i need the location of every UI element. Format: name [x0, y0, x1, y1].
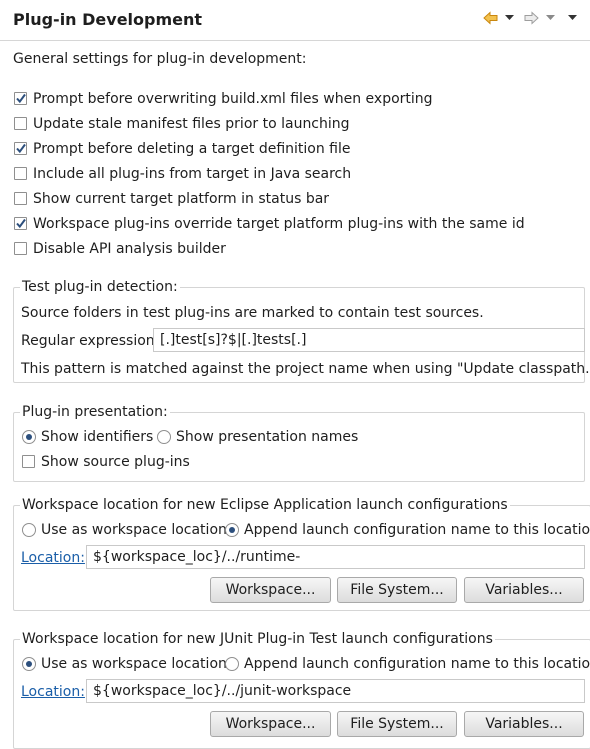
forward-arrow-icon[interactable]	[523, 9, 539, 27]
junit-use-workspace-radio[interactable]	[22, 657, 36, 671]
eclipse-use-workspace-radio[interactable]	[22, 523, 36, 537]
general-option-label: Prompt before overwriting build.xml file…	[33, 91, 433, 107]
eclipse-filesystem-button[interactable]: File System...	[337, 577, 457, 603]
show-source-label: Show source plug-ins	[41, 454, 190, 470]
general-option-checkbox[interactable]	[14, 192, 27, 205]
general-option-checkbox[interactable]	[14, 217, 27, 230]
general-option-label: Workspace plug-ins override target platf…	[33, 216, 525, 232]
junit-location-link[interactable]: Location:	[21, 684, 85, 700]
show-source-checkbox[interactable]	[22, 455, 35, 468]
junit-append-name-radio[interactable]	[225, 657, 239, 671]
show-presentation-names-label: Show presentation names	[176, 429, 359, 445]
intro-text: General settings for plug-in development…	[13, 51, 307, 67]
junit-variables-button[interactable]: Variables...	[464, 711, 584, 737]
forward-dropdown-icon[interactable]	[546, 9, 555, 27]
test-detection-description: Source folders in test plug-ins are mark…	[21, 305, 484, 321]
general-option-checkbox[interactable]	[14, 92, 27, 105]
show-identifiers-radio[interactable]	[22, 430, 36, 444]
general-option-checkbox[interactable]	[14, 142, 27, 155]
back-arrow-icon[interactable]	[483, 9, 499, 27]
junit-use-workspace-label: Use as workspace location	[41, 656, 227, 672]
eclipse-location-input[interactable]: ${workspace_loc}/../runtime-	[86, 545, 585, 569]
general-option-label: Update stale manifest files prior to lau…	[33, 116, 350, 132]
regex-input[interactable]: [.]test[s]?$|[.]tests[.]	[153, 328, 585, 352]
regex-note: This pattern is matched against the proj…	[21, 361, 590, 377]
general-option-label: Include all plug-ins from target in Java…	[33, 166, 352, 182]
page-title: Plug-in Development	[13, 10, 203, 29]
presentation-legend: Plug-in presentation:	[20, 404, 170, 420]
junit-legend: Workspace location for new JUnit Plug-in…	[20, 631, 495, 647]
test-detection-legend: Test plug-in detection:	[20, 279, 180, 295]
show-presentation-names-radio[interactable]	[157, 430, 171, 444]
title-divider	[0, 40, 590, 41]
regex-label: Regular expression:	[21, 333, 160, 349]
general-option-label: Show current target platform in status b…	[33, 191, 330, 207]
general-option-checkbox[interactable]	[14, 167, 27, 180]
junit-filesystem-button[interactable]: File System...	[337, 711, 457, 737]
general-option-checkbox[interactable]	[14, 242, 27, 255]
view-menu-icon[interactable]	[568, 9, 577, 27]
eclipse-append-name-label: Append launch configuration name to this…	[244, 522, 590, 538]
eclipse-use-workspace-label: Use as workspace location	[41, 522, 227, 538]
eclipse-variables-button[interactable]: Variables...	[464, 577, 584, 603]
presentation-group	[13, 412, 585, 482]
eclipse-location-link[interactable]: Location:	[21, 550, 85, 566]
general-option-label: Prompt before deleting a target definiti…	[33, 141, 351, 157]
general-option-label: Disable API analysis builder	[33, 241, 226, 257]
eclipse-append-name-radio[interactable]	[225, 523, 239, 537]
show-identifiers-label: Show identifiers	[41, 429, 154, 445]
junit-append-name-label: Append launch configuration name to this…	[244, 656, 590, 672]
junit-location-input[interactable]: ${workspace_loc}/../junit-workspace	[86, 679, 585, 703]
eclipse-workspace-button[interactable]: Workspace...	[210, 577, 331, 603]
eclipse-app-legend: Workspace location for new Eclipse Appli…	[20, 497, 510, 513]
back-dropdown-icon[interactable]	[505, 9, 514, 27]
junit-workspace-button[interactable]: Workspace...	[210, 711, 331, 737]
general-option-checkbox[interactable]	[14, 117, 27, 130]
